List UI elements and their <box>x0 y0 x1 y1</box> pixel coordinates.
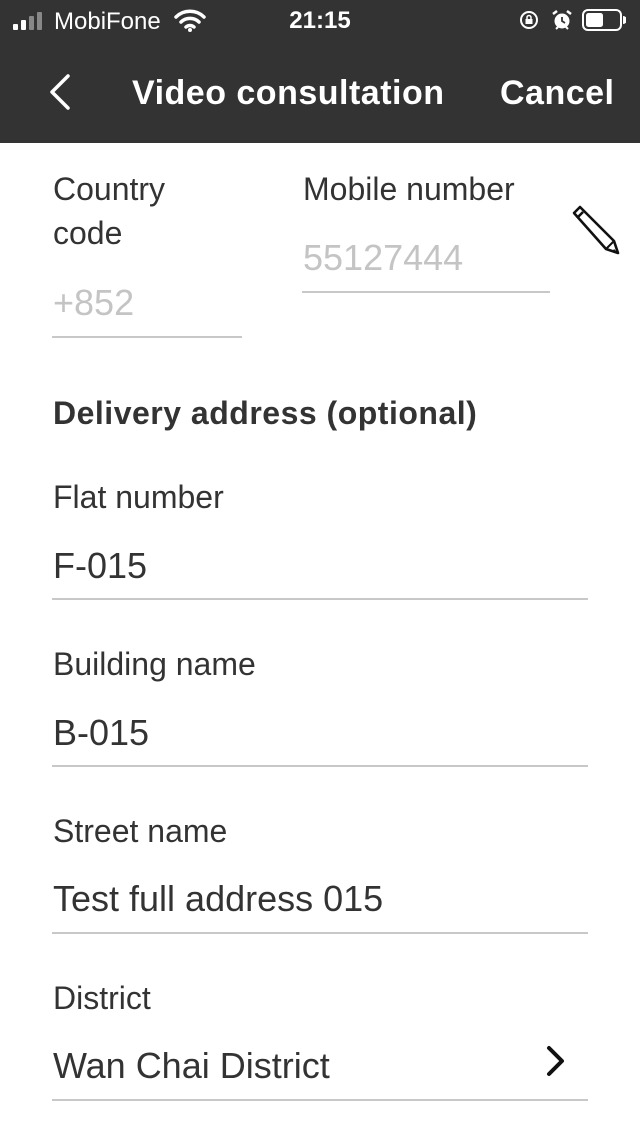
flat-number-field[interactable]: F-015 <box>53 545 147 587</box>
building-name-label: Building name <box>53 646 256 682</box>
street-name-label: Street name <box>53 813 228 849</box>
status-bar: MobiFone 21:15 <box>0 0 640 40</box>
navigation-bar: Video consultation Cancel <box>0 40 640 143</box>
building-name-field[interactable]: B-015 <box>53 712 149 754</box>
mobile-number-underline <box>302 291 550 293</box>
country-code-label-line1: Country <box>53 171 166 207</box>
cancel-button[interactable]: Cancel <box>500 74 615 113</box>
district-select[interactable]: Wan Chai District <box>53 1045 330 1087</box>
mobile-number-field[interactable]: 55127444 <box>303 237 463 279</box>
district-underline <box>52 1099 588 1101</box>
street-name-underline <box>52 932 588 934</box>
page-title: Video consultation <box>132 74 445 112</box>
flat-number-underline <box>52 598 588 600</box>
delivery-address-heading: Delivery address (optional) <box>53 395 478 431</box>
mobile-number-label: Mobile number <box>303 171 515 207</box>
country-code-field[interactable]: +852 <box>53 282 134 324</box>
country-code-underline <box>52 336 242 338</box>
alarm-icon <box>552 10 572 30</box>
top-bar: MobiFone 21:15 Video consultation Cancel <box>0 0 640 143</box>
back-icon[interactable] <box>44 72 78 112</box>
pencil-icon[interactable] <box>568 204 620 256</box>
street-name-field[interactable]: Test full address 015 <box>53 878 383 920</box>
country-code-label: Country code <box>53 167 165 255</box>
flat-number-label: Flat number <box>53 479 224 515</box>
country-code-label-line2: code <box>53 215 123 251</box>
battery-icon <box>582 9 626 31</box>
lock-rotation-icon <box>520 11 538 29</box>
status-time: 21:15 <box>289 7 351 34</box>
chevron-right-icon[interactable] <box>543 1043 569 1079</box>
district-label: District <box>53 980 151 1016</box>
building-name-underline <box>52 765 588 767</box>
